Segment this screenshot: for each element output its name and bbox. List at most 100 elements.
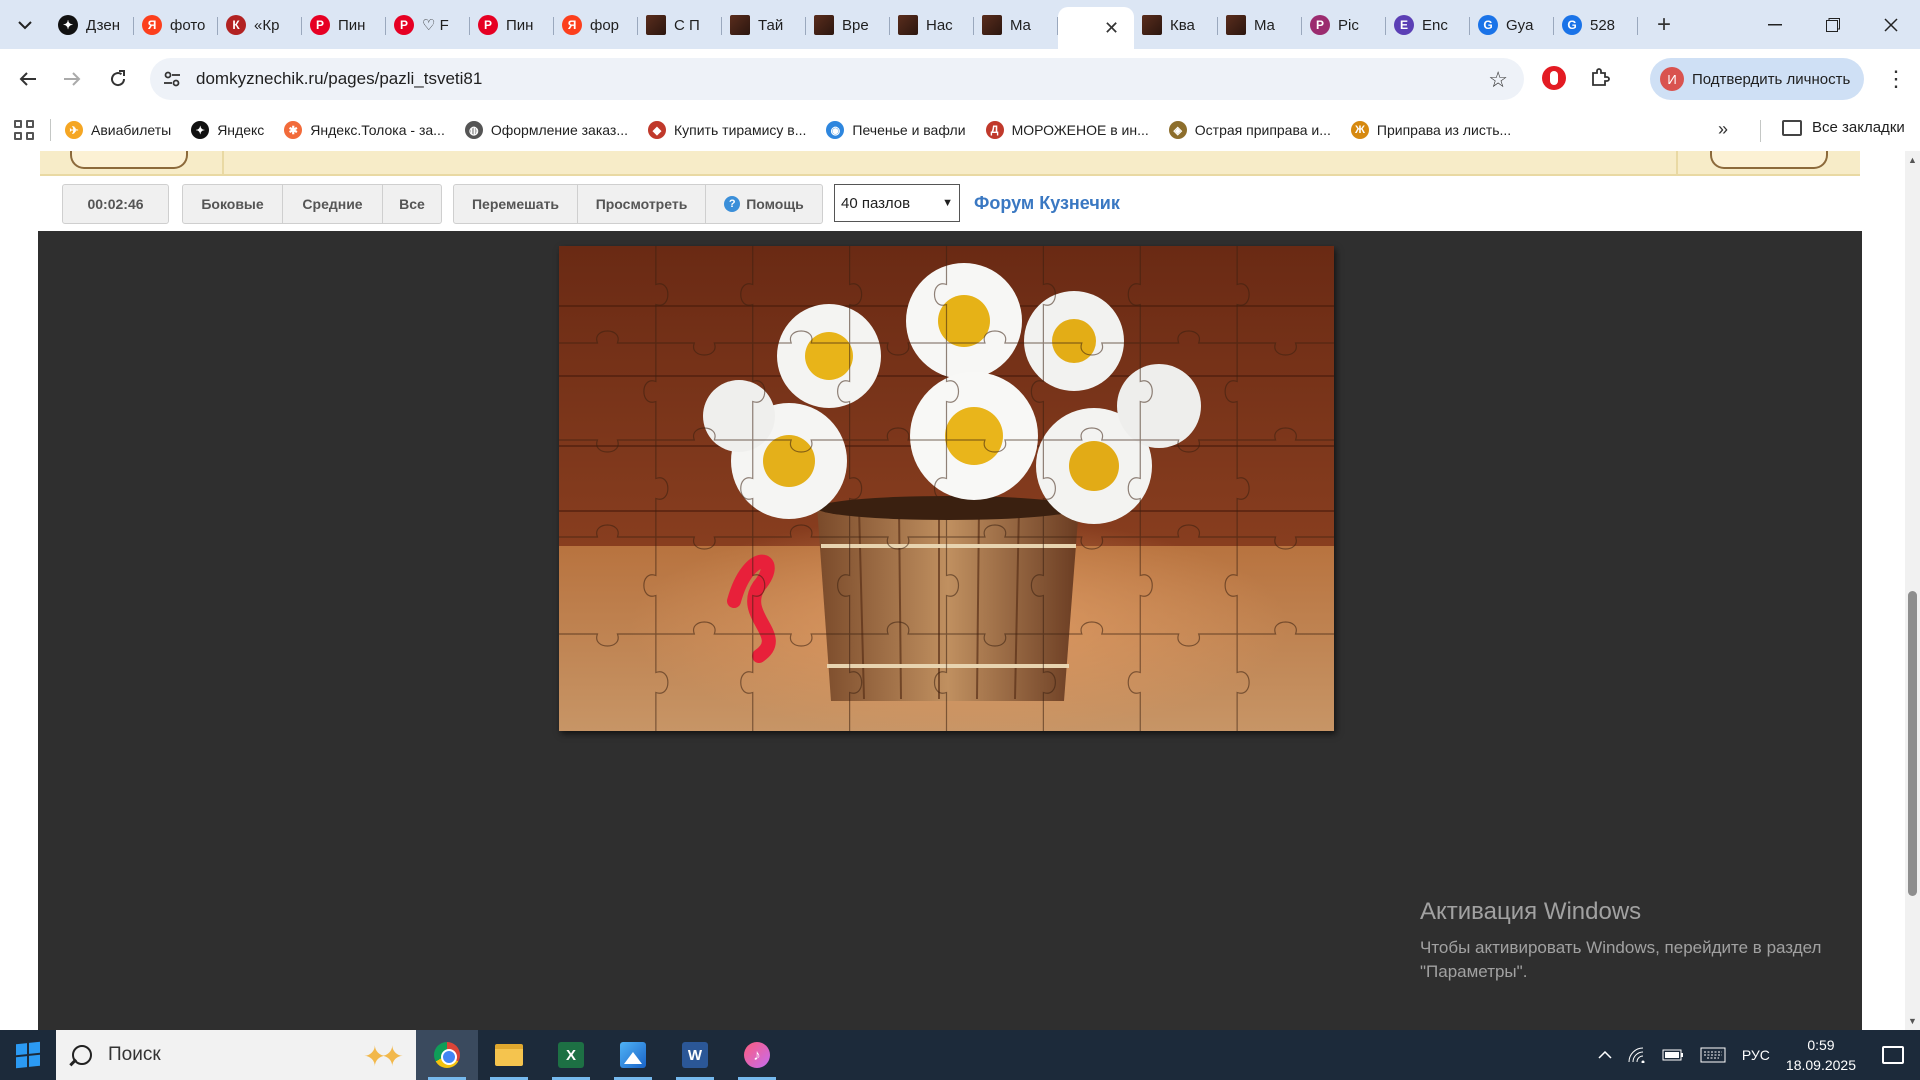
bookmark-item[interactable]: Ж Приправа из листь... [1350, 121, 1511, 139]
preview-button[interactable]: Просмотреть [578, 185, 706, 223]
new-tab-button[interactable]: + [1648, 10, 1680, 40]
extensions-puzzle-icon[interactable] [1586, 63, 1614, 91]
minimize-button[interactable] [1746, 0, 1804, 49]
domkyznechik-icon [730, 15, 750, 35]
tab[interactable]: ✦ Дзен [50, 7, 134, 43]
header-nav-tab[interactable] [70, 151, 188, 169]
bookmark-item[interactable]: ◈ Острая приправа и... [1168, 121, 1331, 139]
tab[interactable]: Яфото [134, 7, 218, 43]
filter-middle-button[interactable]: Средние [283, 185, 383, 223]
close-window-button[interactable] [1862, 0, 1920, 49]
pinterest-icon: P [394, 15, 414, 35]
header-nav-tab[interactable] [1710, 151, 1828, 169]
page-scrollbar[interactable]: ▲ ▼ [1905, 151, 1920, 1030]
domkyznechik-icon [982, 15, 1002, 35]
filter-all-button[interactable]: Все [383, 185, 441, 223]
tab[interactable]: Вре [806, 7, 890, 43]
domkyznechik-icon [814, 15, 834, 35]
avatar: И [1660, 67, 1684, 91]
tab-label: Пин [506, 16, 534, 34]
restore-button[interactable] [1804, 0, 1862, 49]
domkyznechik-icon [1066, 18, 1086, 38]
shuffle-button[interactable]: Перемешать [454, 185, 578, 223]
taskbar-photos[interactable] [602, 1030, 664, 1080]
bookmark-star-icon[interactable]: ☆ [1488, 67, 1508, 93]
tab[interactable]: Тай [722, 7, 806, 43]
taskbar-chrome[interactable] [416, 1030, 478, 1080]
bookmark-item[interactable]: ✦ Яндекс [191, 121, 264, 139]
tab[interactable]: К «Кр [218, 7, 302, 43]
more-bookmarks-icon[interactable]: » [1718, 119, 1728, 140]
tab-label: Ква [1170, 16, 1195, 34]
taskbar-itunes[interactable]: ♪ [726, 1030, 788, 1080]
tab-label: Enc [1422, 16, 1448, 34]
tab-close-icon[interactable]: ✕ [1104, 18, 1119, 39]
bookmark-item[interactable]: ◉ Печенье и вафли [826, 121, 966, 139]
site-settings-icon[interactable] [162, 69, 182, 89]
all-bookmarks-button[interactable]: Все закладки [1782, 119, 1905, 136]
puzzle-actions-group: Перемешать Просмотреть ? Помощь [453, 184, 823, 224]
profile-button[interactable]: И Подтвердить личность [1650, 58, 1864, 100]
bookmark-label: МОРОЖЕНОЕ в ин... [1011, 122, 1149, 138]
filter-edges-button[interactable]: Боковые [183, 185, 283, 223]
taskbar-file-explorer[interactable] [478, 1030, 540, 1080]
tab[interactable]: Ква [1134, 7, 1218, 43]
tab[interactable]: G Gya [1470, 7, 1554, 43]
back-button[interactable] [12, 63, 44, 95]
tab[interactable]: P Пин [470, 7, 554, 43]
browser-menu-icon[interactable]: ⋮ [1880, 63, 1912, 95]
bookmark-item[interactable]: Д МОРОЖЕНОЕ в ин... [985, 121, 1149, 139]
photos-icon [620, 1042, 646, 1068]
reload-button[interactable] [102, 63, 134, 95]
pieces-count-select[interactable]: 40 пазлов ▼ [834, 184, 960, 222]
puzzle-image[interactable] [559, 246, 1334, 731]
tab[interactable]: G 528 [1554, 7, 1638, 43]
help-button[interactable]: ? Помощь [706, 185, 822, 223]
bookmarks-divider [50, 119, 51, 141]
tab[interactable]: E Enc [1386, 7, 1470, 43]
taskbar-excel[interactable]: X [540, 1030, 602, 1080]
tab-search-dropdown-button[interactable] [8, 10, 42, 40]
tab[interactable]: P Пин [302, 7, 386, 43]
tab[interactable]: Ma [1218, 7, 1302, 43]
tab[interactable]: P Pic [1302, 7, 1386, 43]
tab[interactable]: Нас [890, 7, 974, 43]
forward-button[interactable] [56, 63, 88, 95]
taskbar-word[interactable]: W [664, 1030, 726, 1080]
language-indicator[interactable]: РУС [1742, 1047, 1770, 1063]
forum-link[interactable]: Форум Кузнечик [974, 193, 1120, 214]
apps-grid-icon[interactable] [12, 118, 36, 142]
scroll-up-icon[interactable]: ▲ [1908, 155, 1917, 165]
chevron-up-icon[interactable] [1598, 1051, 1612, 1059]
bookmark-item[interactable]: ✱ Яндекс.Толока - за... [284, 121, 445, 139]
plane-icon: ✈ [65, 121, 83, 139]
bookmarks-divider [1760, 120, 1761, 142]
network-icon[interactable] [1628, 1047, 1646, 1063]
taskbar-clock[interactable]: 0:59 18.09.2025 [1786, 1035, 1856, 1075]
battery-icon[interactable] [1662, 1049, 1684, 1061]
minimize-icon [1768, 23, 1782, 25]
chrome-icon [434, 1042, 460, 1068]
file-explorer-icon [495, 1044, 523, 1066]
taskbar-search[interactable]: Поиск ✦✦ [56, 1030, 416, 1080]
bookmark-item[interactable]: ◆ Купить тирамису в... [648, 121, 806, 139]
notifications-icon[interactable] [1882, 1046, 1904, 1064]
bookmark-item[interactable]: ◍ Оформление заказ... [464, 121, 628, 139]
domkyznechik-icon [898, 15, 918, 35]
url-text[interactable]: domkyznechik.ru/pages/pazli_tsveti81 [196, 69, 482, 89]
scroll-down-icon[interactable]: ▼ [1908, 1016, 1917, 1026]
start-button[interactable] [0, 1030, 56, 1080]
tab[interactable]: P ♡ F [386, 7, 470, 43]
tab-label: С П [674, 16, 700, 34]
tab[interactable]: С П [638, 7, 722, 43]
tab[interactable]: Яфор [554, 7, 638, 43]
adblock-extension-icon[interactable] [1542, 66, 1566, 90]
header-divider [222, 151, 224, 176]
tab-active[interactable]: ✕ [1058, 7, 1134, 49]
keyboard-icon[interactable] [1700, 1047, 1726, 1063]
bookmark-label: Оформление заказ... [490, 122, 628, 138]
address-bar[interactable]: domkyznechik.ru/pages/pazli_tsveti81 ☆ [150, 58, 1524, 100]
tab[interactable]: Ma [974, 7, 1058, 43]
bookmark-item[interactable]: ✈ Авиабилеты [65, 121, 171, 139]
scrollbar-thumb[interactable] [1908, 591, 1917, 896]
